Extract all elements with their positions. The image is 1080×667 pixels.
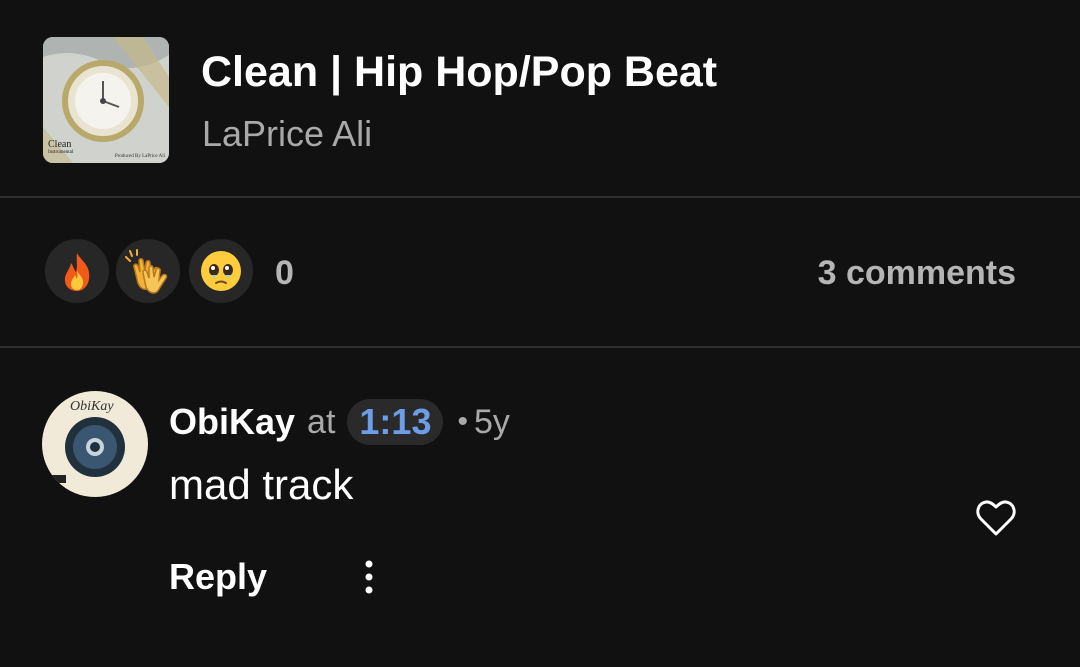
- at-label: at: [307, 402, 336, 441]
- comments-count[interactable]: 3 comments: [818, 254, 1016, 293]
- track-artwork[interactable]: Clean Instrumental Produced By LaPrice A…: [43, 37, 169, 163]
- artwork-caption: Clean Instrumental: [48, 139, 74, 156]
- pleading-face-icon: [201, 251, 241, 291]
- comment-timestamp[interactable]: 1:13: [347, 399, 444, 445]
- reaction-pleading[interactable]: [186, 236, 256, 306]
- reply-button[interactable]: Reply: [169, 556, 267, 598]
- artwork-credit: Produced By LaPrice Ali: [114, 154, 165, 159]
- reaction-fire[interactable]: [42, 236, 112, 306]
- track-artist[interactable]: LaPrice Ali: [202, 113, 372, 155]
- heart-icon: [976, 500, 1016, 536]
- comment-text: mad track: [169, 461, 354, 508]
- reaction-clap[interactable]: [113, 236, 183, 306]
- more-options-button[interactable]: [354, 556, 384, 600]
- like-button[interactable]: [975, 498, 1017, 538]
- vinyl-disc-icon: [52, 417, 125, 483]
- clapping-hands-icon: [125, 249, 168, 294]
- fire-icon: [64, 253, 90, 291]
- reaction-count: 0: [275, 254, 294, 292]
- comment-meta: ObiKay at 1:13 • 5y: [169, 398, 510, 446]
- track-title[interactable]: Clean | Hip Hop/Pop Beat: [201, 48, 717, 97]
- comment-age: 5y: [473, 402, 510, 441]
- comment-username[interactable]: ObiKay: [169, 401, 295, 443]
- comment-item: ObiKay ObiKay at 1:13 • 5y mad track Rep…: [0, 348, 1080, 667]
- more-vertical-icon: [365, 560, 373, 594]
- track-header: Clean Instrumental Produced By LaPrice A…: [0, 0, 1080, 196]
- reactions-row: 0 3 comments: [0, 198, 1080, 346]
- avatar[interactable]: ObiKay: [42, 391, 148, 497]
- separator-dot: •: [457, 405, 468, 438]
